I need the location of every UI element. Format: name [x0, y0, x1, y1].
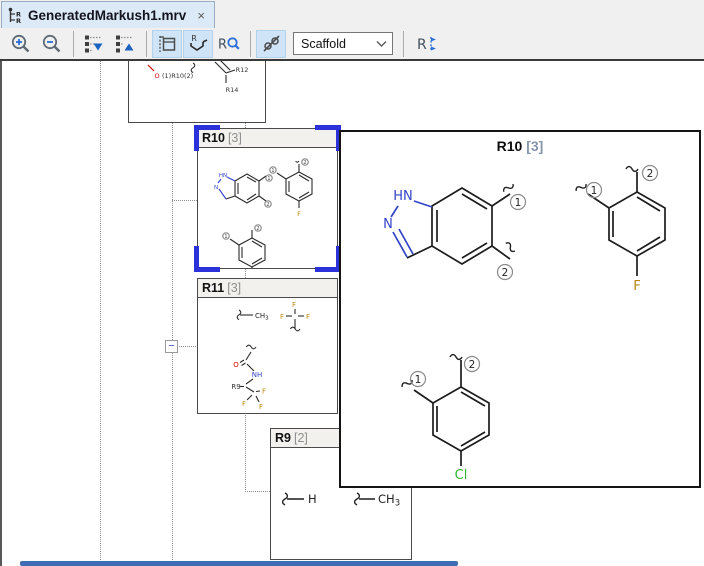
svg-text:O: O [154, 72, 159, 80]
chevron-down-icon [376, 40, 387, 47]
svg-text:1: 1 [591, 185, 598, 197]
toolbar-separator [250, 31, 251, 57]
rgroup-view-button[interactable]: R [183, 30, 213, 58]
markush-tree-icon: R R [7, 7, 23, 24]
r11-box-count: [3] [227, 281, 241, 295]
expand-all-button[interactable] [79, 30, 109, 58]
svg-text:HN: HN [219, 173, 227, 179]
r-attachment-icon: R [413, 33, 441, 55]
toolbar-separator [73, 31, 74, 57]
svg-text:R: R [417, 37, 427, 53]
tree-connector-r9 [245, 491, 270, 492]
svg-text:(1)R10(2): (1)R10(2) [162, 72, 193, 80]
svg-text:F: F [259, 403, 263, 411]
collapse-toggle[interactable]: − [165, 340, 178, 353]
svg-text:F: F [297, 210, 301, 218]
zoom-in-icon [10, 33, 32, 55]
r10-preview-panel[interactable]: R10 [3] HN N 1 [339, 130, 701, 488]
tab-title: GeneratedMarkush1.mrv [28, 8, 186, 23]
panel-frame-icon [157, 34, 177, 54]
expand-all-icon [84, 34, 104, 54]
collapse-all-button[interactable] [110, 30, 140, 58]
svg-text:R14: R14 [226, 86, 239, 94]
markush-tree-canvas[interactable]: − O (1)R10(2) R12 R14 R10[3] [0, 61, 704, 566]
r10-box-count: [3] [228, 131, 242, 145]
r11-group-box[interactable]: R11[3] CH3 F F F O [197, 278, 338, 414]
r9-box-count: [2] [294, 431, 308, 445]
svg-text:1: 1 [267, 176, 270, 182]
document-tab[interactable]: R R GeneratedMarkush1.mrv × [1, 1, 215, 28]
svg-text:F: F [242, 400, 246, 408]
strikethrough-glasses-icon [261, 33, 282, 54]
scaffold-panel-toggle-button[interactable] [152, 30, 182, 58]
marvin-markush-window: R R GeneratedMarkush1.mrv × [0, 0, 704, 566]
svg-text:NH: NH [252, 371, 263, 379]
svg-text:CH3: CH3 [378, 492, 400, 509]
svg-text:HN: HN [393, 189, 413, 204]
r10-panel-structures: HN N 1 2 F [341, 132, 699, 486]
svg-text:N: N [383, 217, 393, 232]
svg-text:CH3: CH3 [255, 312, 269, 322]
svg-text:R: R [16, 17, 21, 24]
svg-text:2: 2 [647, 168, 654, 180]
zoom-out-icon [41, 33, 63, 55]
rgroup-bond-icon: R [188, 33, 209, 54]
zoom-out-button[interactable] [37, 30, 67, 58]
scaffold-dropdown-value: Scaffold [301, 37, 346, 51]
scaffold-dropdown[interactable]: Scaffold [293, 32, 393, 55]
svg-text:F: F [280, 313, 284, 321]
svg-text:F: F [262, 388, 266, 396]
svg-text:N: N [214, 185, 218, 191]
svg-text:2: 2 [266, 202, 269, 208]
horizontal-scrollbar-thumb[interactable] [20, 561, 458, 566]
selection-handle [194, 125, 220, 151]
svg-text:1: 1 [271, 168, 274, 174]
collapse-all-icon [115, 34, 135, 54]
svg-text:2: 2 [502, 267, 509, 279]
r11-structures: CH3 F F F O NH R9 [198, 298, 337, 413]
attachment-points-button[interactable]: R [409, 30, 445, 58]
toolbar-separator [146, 31, 147, 57]
svg-text:R: R [191, 34, 197, 43]
svg-text:F: F [292, 301, 296, 309]
selection-handle [194, 246, 220, 272]
svg-text:2: 2 [469, 359, 476, 371]
svg-text:R9: R9 [231, 383, 240, 391]
r10-panel-title: R10 [3] [341, 138, 699, 154]
scaffold-fragment-structure: O (1)R10(2) R12 R14 [129, 61, 265, 122]
svg-text:Cl: Cl [455, 468, 468, 483]
hide-definitions-button[interactable] [256, 30, 286, 58]
tab-bar: R R GeneratedMarkush1.mrv × [0, 0, 704, 28]
svg-text:2: 2 [256, 226, 259, 232]
main-toolbar: R R Scaffold [0, 28, 704, 61]
svg-text:1: 1 [415, 374, 422, 386]
svg-text:2: 2 [303, 160, 306, 166]
rgroup-query-button[interactable]: R [214, 30, 244, 58]
tree-connector-r11 [179, 346, 198, 347]
zoom-in-button[interactable] [6, 30, 36, 58]
r11-box-title: R11 [202, 281, 224, 295]
tab-close-icon[interactable]: × [197, 8, 205, 23]
r11-box-header: R11[3] [198, 279, 337, 298]
svg-text:1: 1 [224, 234, 227, 240]
scaffold-fragment-box[interactable]: O (1)R10(2) R12 R14 [128, 61, 266, 123]
toolbar-separator [403, 31, 404, 57]
svg-text:H: H [308, 492, 317, 506]
svg-text:F: F [306, 313, 310, 321]
tree-trunk-line [100, 61, 101, 566]
selection-handle [315, 125, 341, 151]
svg-text:R12: R12 [236, 66, 249, 74]
svg-text:O: O [233, 361, 239, 369]
selection-handle [315, 246, 341, 272]
svg-text:R: R [218, 38, 227, 53]
r9-box-title: R9 [275, 431, 291, 445]
svg-text:F: F [633, 279, 640, 294]
rgroup-search-icon: R [217, 33, 241, 54]
svg-text:1: 1 [515, 197, 522, 209]
tree-connector-r10 [172, 200, 197, 201]
